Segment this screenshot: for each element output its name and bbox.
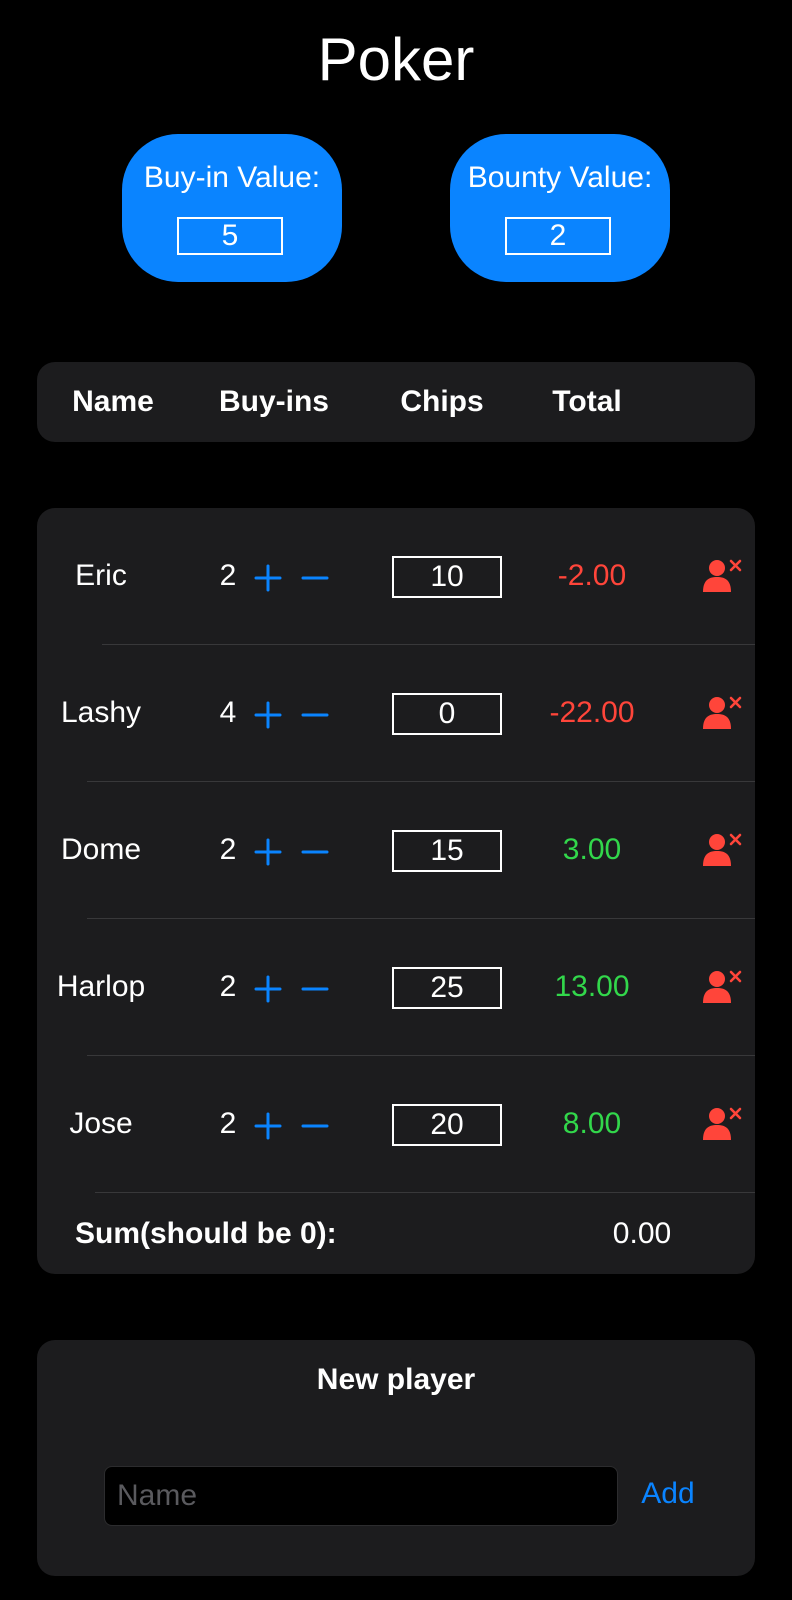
player-total: -2.00 [557, 559, 627, 592]
player-chips-input[interactable]: 25 [392, 967, 502, 1009]
player-name: Harlop [56, 970, 146, 1003]
player-row: Jose 2 20 8.00 [37, 1056, 755, 1193]
add-buyin-button[interactable] [253, 838, 283, 866]
player-name: Eric [75, 559, 127, 592]
sum-label: Sum(should be 0): [75, 1217, 337, 1250]
column-header-buyins: Buy-ins [218, 385, 329, 418]
remove-player-button[interactable] [703, 969, 745, 1005]
bounty-value-card: Bounty Value: 2 [450, 134, 670, 282]
player-chips-input[interactable]: 20 [392, 1104, 502, 1146]
minus-icon [301, 1124, 329, 1128]
new-player-panel: New player Add [37, 1340, 755, 1576]
plus-icon [254, 564, 282, 592]
table-header: Name Buy-ins Chips Total [37, 362, 755, 442]
player-row: Eric 2 10 -2.00 [37, 508, 755, 645]
add-buyin-button[interactable] [253, 1112, 283, 1140]
new-player-title: New player [316, 1363, 476, 1396]
player-total: -22.00 [549, 696, 635, 729]
player-total: 8.00 [562, 1107, 622, 1140]
minus-icon [301, 850, 329, 854]
player-chips-input[interactable]: 15 [392, 830, 502, 872]
players-list: Eric 2 10 -2.00 Lashy 4 0 -22.00 Dome 2 … [37, 508, 755, 1274]
page-title: Poker [317, 26, 475, 93]
player-buyins-count: 2 [219, 1107, 237, 1140]
person-remove-icon [703, 696, 742, 729]
bounty-value-field[interactable]: 2 [505, 217, 611, 255]
person-remove-icon [703, 1107, 742, 1140]
column-header-chips: Chips [400, 385, 484, 418]
add-buyin-button[interactable] [253, 975, 283, 1003]
remove-player-button[interactable] [703, 1106, 745, 1142]
buyin-value-card: Buy-in Value: 5 [122, 134, 342, 282]
player-row: Dome 2 15 3.00 [37, 782, 755, 919]
player-buyins-count: 2 [219, 559, 237, 592]
bounty-value-label: Bounty Value: [467, 161, 653, 194]
row-divider [95, 1192, 755, 1193]
player-row: Lashy 4 0 -22.00 [37, 645, 755, 782]
person-remove-icon [703, 559, 742, 592]
remove-player-button[interactable] [703, 558, 745, 594]
remove-player-button[interactable] [703, 832, 745, 868]
player-row: Harlop 2 25 13.00 [37, 919, 755, 1056]
buyin-value-field[interactable]: 5 [177, 217, 283, 255]
player-name: Jose [69, 1107, 133, 1140]
remove-buyin-button[interactable] [300, 1112, 330, 1140]
plus-icon [254, 838, 282, 866]
player-name: Dome [60, 833, 142, 866]
add-buyin-button[interactable] [253, 701, 283, 729]
plus-icon [254, 975, 282, 1003]
remove-buyin-button[interactable] [300, 701, 330, 729]
person-remove-icon [703, 970, 742, 1003]
player-chips-input[interactable]: 0 [392, 693, 502, 735]
player-total: 13.00 [554, 970, 630, 1003]
remove-buyin-button[interactable] [300, 838, 330, 866]
player-name: Lashy [60, 696, 142, 729]
remove-buyin-button[interactable] [300, 975, 330, 1003]
minus-icon [301, 713, 329, 717]
minus-icon [301, 987, 329, 991]
player-buyins-count: 4 [219, 696, 237, 729]
player-buyins-count: 2 [219, 833, 237, 866]
plus-icon [254, 701, 282, 729]
person-remove-icon [703, 833, 742, 866]
remove-player-button[interactable] [703, 695, 745, 731]
sum-value: 0.00 [612, 1217, 672, 1250]
new-player-name-input[interactable] [104, 1466, 618, 1526]
minus-icon [301, 576, 329, 580]
plus-icon [254, 1112, 282, 1140]
buyin-value-label: Buy-in Value: [143, 161, 321, 194]
add-buyin-button[interactable] [253, 564, 283, 592]
player-chips-input[interactable]: 10 [392, 556, 502, 598]
add-player-button[interactable]: Add [623, 1476, 713, 1512]
player-total: 3.00 [562, 833, 622, 866]
column-header-total: Total [552, 385, 622, 418]
player-buyins-count: 2 [219, 970, 237, 1003]
remove-buyin-button[interactable] [300, 564, 330, 592]
column-header-name: Name [72, 385, 154, 418]
